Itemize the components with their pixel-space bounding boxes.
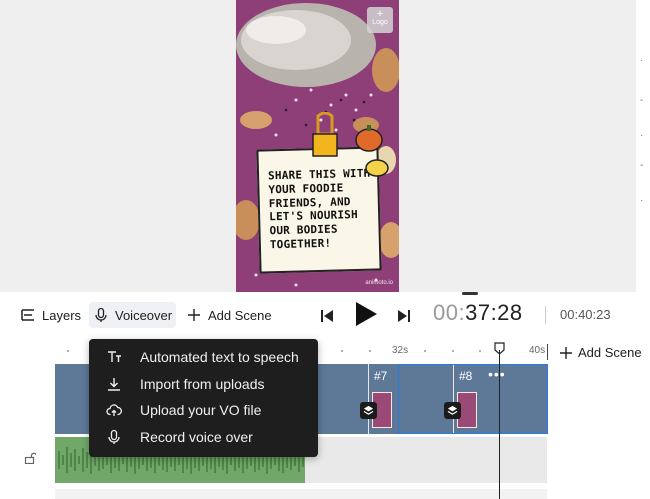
layers-button[interactable]: Layers bbox=[16, 302, 85, 328]
plus-icon bbox=[560, 346, 572, 359]
ruler-label-32s: 32s bbox=[392, 345, 409, 356]
total-duration: 00:40:23 bbox=[560, 307, 611, 322]
cloud-upload-icon bbox=[106, 402, 122, 418]
watermark-text: animoto.io bbox=[365, 280, 393, 286]
timeline-add-scene-label: Add Scene bbox=[578, 345, 642, 360]
add-scene-button[interactable]: Add Scene bbox=[182, 302, 276, 328]
play-icon bbox=[356, 302, 377, 326]
corn-sticker-icon bbox=[365, 159, 389, 177]
voiceover-button[interactable]: Voiceover bbox=[89, 302, 176, 328]
ruler-tick bbox=[452, 350, 454, 352]
editor-toolbar: Layers Voiceover Add Scene 00:37:28 00:4… bbox=[0, 296, 650, 336]
skip-forward-icon bbox=[398, 310, 410, 322]
unlock-icon[interactable] bbox=[24, 452, 36, 464]
plus-icon bbox=[186, 307, 202, 323]
side-panel-edge: · - · - · bbox=[636, 0, 650, 292]
scene-divider bbox=[368, 364, 369, 434]
voiceover-menu: Automated text to speech Import from upl… bbox=[89, 339, 318, 457]
timeline-scrollbar[interactable] bbox=[55, 489, 547, 499]
text-to-speech-icon bbox=[106, 349, 122, 365]
menu-item-label: Import from uploads bbox=[140, 375, 265, 392]
skip-back-button[interactable] bbox=[318, 304, 336, 328]
menu-item-upload-vo[interactable]: Upload your VO file bbox=[89, 397, 318, 424]
menu-item-label: Upload your VO file bbox=[140, 402, 262, 419]
current-time-main: 37:28 bbox=[465, 300, 523, 325]
ruler-tick bbox=[67, 350, 69, 352]
layers-label: Layers bbox=[42, 307, 82, 323]
timeline-end-marker bbox=[547, 344, 548, 360]
menu-item-label: Record voice over bbox=[140, 428, 253, 445]
scene-label: #7 bbox=[374, 369, 388, 383]
voiceover-label: Voiceover bbox=[115, 307, 173, 323]
skip-forward-button[interactable] bbox=[395, 304, 413, 328]
ruler-tick bbox=[369, 350, 371, 352]
canvas-area: + Logo SHARE THIS WITH YOUR FOODIE FRIEN… bbox=[0, 0, 636, 292]
menu-item-text-to-speech[interactable]: Automated text to speech bbox=[89, 344, 318, 371]
layers-icon bbox=[20, 307, 36, 323]
text-note-card[interactable]: SHARE THIS WITH YOUR FOODIE FRIENDS, AND… bbox=[256, 146, 382, 274]
microphone-icon bbox=[93, 307, 109, 323]
scene-preview[interactable]: + Logo SHARE THIS WITH YOUR FOODIE FRIEN… bbox=[236, 0, 399, 292]
timeline-add-scene-button[interactable]: Add Scene bbox=[559, 345, 642, 360]
add-scene-label: Add Scene bbox=[208, 307, 272, 323]
note-text[interactable]: SHARE THIS WITH YOUR FOODIE FRIENDS, AND… bbox=[268, 166, 380, 252]
logo-placeholder[interactable]: + Logo bbox=[367, 7, 393, 33]
current-time: 00:37:28 bbox=[433, 300, 523, 326]
time-separator bbox=[545, 306, 546, 324]
menu-item-import-uploads[interactable]: Import from uploads bbox=[89, 371, 318, 398]
layer-transition-icon[interactable] bbox=[360, 402, 377, 419]
download-icon bbox=[106, 376, 122, 392]
binder-clip-icon bbox=[312, 112, 338, 157]
ruler-tick bbox=[424, 350, 426, 352]
plus-icon: + bbox=[376, 8, 384, 20]
play-button[interactable] bbox=[352, 302, 380, 326]
video-editor: + Logo SHARE THIS WITH YOUR FOODIE FRIEN… bbox=[0, 0, 650, 499]
menu-item-label: Automated text to speech bbox=[140, 349, 299, 366]
logo-label: Logo bbox=[372, 19, 388, 26]
ruler-tick bbox=[479, 350, 481, 352]
microphone-icon bbox=[106, 429, 122, 445]
menu-item-record-voice[interactable]: Record voice over bbox=[89, 424, 318, 451]
resize-handle[interactable] bbox=[462, 292, 478, 295]
selected-scene-outline bbox=[398, 364, 548, 434]
skip-back-icon bbox=[321, 310, 333, 322]
pumpkin-sticker-icon bbox=[355, 125, 383, 152]
playhead[interactable] bbox=[499, 350, 500, 499]
ruler-label-40s: 40s bbox=[529, 345, 546, 356]
ruler-tick bbox=[341, 350, 343, 352]
current-time-prefix: 00: bbox=[433, 300, 466, 325]
